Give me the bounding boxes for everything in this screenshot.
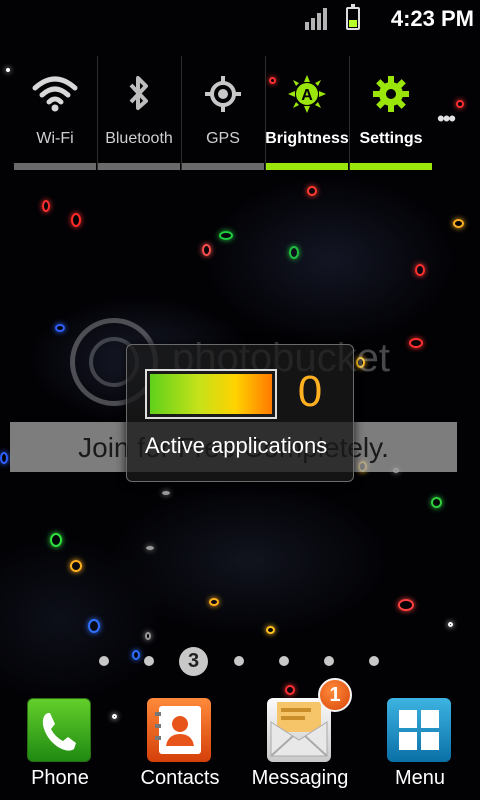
more-dots-icon[interactable]: ••• bbox=[437, 106, 456, 132]
wallpaper-particle bbox=[0, 452, 8, 464]
menu-grid-icon bbox=[387, 698, 451, 762]
messaging-icon bbox=[267, 698, 331, 762]
page-indicator[interactable]: 3 bbox=[0, 640, 480, 680]
bluetooth-icon bbox=[98, 74, 180, 114]
wallpaper-particle bbox=[447, 621, 453, 627]
wallpaper-particle bbox=[145, 632, 151, 640]
status-bar: 4:23 PM bbox=[0, 0, 480, 38]
wallpaper-particle bbox=[50, 533, 62, 547]
wallpaper-particle bbox=[265, 626, 275, 634]
wallpaper-particle bbox=[430, 496, 442, 508]
toggle-gps-indicator bbox=[182, 163, 264, 170]
wallpaper-particle bbox=[307, 186, 317, 196]
memory-gauge-fill bbox=[150, 374, 272, 414]
wallpaper-particle bbox=[219, 230, 233, 240]
toggle-brightness-indicator bbox=[266, 163, 348, 170]
toggle-gps[interactable]: GPS bbox=[182, 56, 264, 170]
wallpaper-particle bbox=[88, 619, 100, 633]
wallpaper-particle bbox=[209, 598, 219, 606]
wallpaper-particle bbox=[146, 546, 154, 550]
battery-icon bbox=[346, 4, 360, 30]
memory-gauge bbox=[145, 369, 277, 419]
toggle-wifi[interactable]: Wi-Fi bbox=[14, 56, 96, 170]
dock-phone[interactable]: Phone bbox=[0, 690, 120, 800]
toggle-wifi-indicator bbox=[14, 163, 96, 170]
wallpaper-particle bbox=[415, 264, 425, 276]
messaging-unread-badge: 1 bbox=[318, 678, 352, 712]
gear-icon bbox=[350, 74, 432, 114]
wallpaper-particle bbox=[201, 244, 211, 256]
dock-menu[interactable]: Menu bbox=[360, 690, 480, 800]
toggle-bluetooth[interactable]: Bluetooth bbox=[98, 56, 180, 170]
toggle-settings-label: Settings bbox=[359, 130, 423, 147]
dock-menu-label: Menu bbox=[394, 767, 446, 789]
contacts-icon bbox=[147, 698, 211, 762]
wallpaper-particle bbox=[71, 213, 81, 227]
wallpaper-particle bbox=[452, 218, 464, 228]
phone-icon bbox=[27, 698, 91, 762]
wallpaper-particle bbox=[42, 200, 50, 212]
wallpaper-particle bbox=[70, 560, 82, 572]
page-dot-current[interactable]: 3 bbox=[179, 647, 208, 676]
quick-settings-panel: Wi-Fi Bluetooth GPS A Brightness Setting… bbox=[0, 56, 480, 171]
page-dot[interactable] bbox=[279, 656, 289, 666]
wallpaper-particle bbox=[55, 324, 65, 332]
page-dot[interactable] bbox=[144, 656, 154, 666]
toggle-wifi-label: Wi-Fi bbox=[36, 130, 74, 147]
toggle-bluetooth-indicator bbox=[98, 163, 180, 170]
signal-icon bbox=[305, 8, 329, 30]
toggle-settings-indicator bbox=[350, 163, 432, 170]
dock-contacts-label: Contacts bbox=[140, 767, 220, 789]
dock-phone-label: Phone bbox=[31, 767, 89, 789]
toggle-brightness-label: Brightness bbox=[265, 130, 349, 147]
wallpaper-particle bbox=[398, 599, 414, 611]
wifi-icon bbox=[14, 74, 96, 114]
page-dot[interactable] bbox=[324, 656, 334, 666]
wallpaper-particle bbox=[289, 245, 299, 259]
dock: Phone Contacts Messaging Menu 1 bbox=[0, 678, 480, 800]
active-app-count: 0 bbox=[297, 367, 323, 416]
toggle-brightness[interactable]: A Brightness bbox=[265, 56, 349, 170]
svg-text:A: A bbox=[301, 87, 313, 104]
toggle-bluetooth-label: Bluetooth bbox=[105, 130, 173, 147]
page-dot[interactable] bbox=[99, 656, 109, 666]
toggle-gps-label: GPS bbox=[206, 130, 240, 147]
dock-contacts[interactable]: Contacts bbox=[120, 690, 240, 800]
active-apps-label: Active applications bbox=[145, 433, 328, 458]
page-dot[interactable] bbox=[369, 656, 379, 666]
gps-icon bbox=[182, 74, 264, 114]
brightness-auto-icon: A bbox=[266, 74, 348, 114]
dock-messaging-label: Messaging bbox=[251, 767, 349, 789]
page-dot[interactable] bbox=[234, 656, 244, 666]
toggle-settings[interactable]: Settings bbox=[350, 56, 432, 170]
wallpaper-particle bbox=[409, 338, 423, 348]
wallpaper-particle bbox=[162, 491, 170, 495]
task-manager-widget[interactable]: 0 Active applications bbox=[126, 344, 354, 482]
status-clock: 4:23 PM bbox=[390, 6, 474, 31]
